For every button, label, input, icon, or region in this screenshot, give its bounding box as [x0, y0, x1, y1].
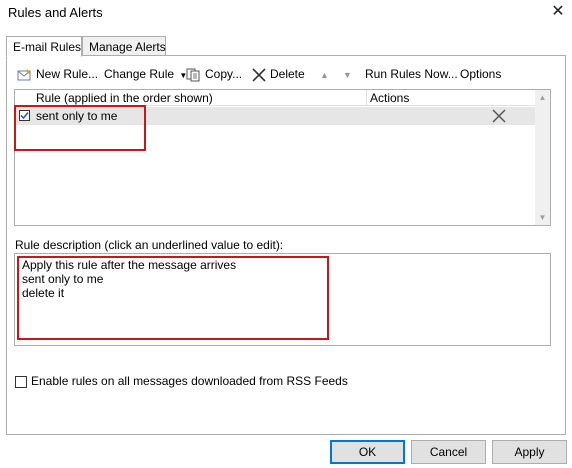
run-rules-now-label: Run Rules Now...	[365, 67, 458, 81]
rules-list-header: Rule (applied in the order shown) Action…	[15, 90, 535, 106]
column-divider	[366, 90, 367, 106]
options-label: Options	[460, 67, 502, 81]
rss-option-label: Enable rules on all messages downloaded …	[31, 374, 348, 388]
delete-label: Delete	[270, 67, 305, 81]
window-title: Rules and Alerts	[8, 5, 103, 20]
column-header-rule[interactable]: Rule (applied in the order shown)	[36, 91, 213, 105]
ok-button[interactable]: OK	[330, 440, 405, 464]
move-down-button[interactable]: ▼	[343, 66, 352, 82]
arrow-up-icon: ▲	[320, 70, 329, 80]
change-rule-button[interactable]: Change Rule ▼	[104, 66, 187, 82]
rules-list-scrollbar[interactable]: ▲ ▼	[535, 90, 550, 225]
change-rule-label: Change Rule	[104, 67, 175, 81]
cancel-button[interactable]: Cancel	[411, 440, 486, 464]
tab-manage-alerts[interactable]: Manage Alerts	[82, 36, 166, 56]
scroll-up-arrow-icon[interactable]: ▲	[538, 93, 547, 102]
close-icon[interactable]: ✕	[548, 2, 568, 22]
title-bar: Rules and Alerts ✕	[0, 0, 572, 26]
delete-rule-button[interactable]: Delete	[251, 66, 305, 82]
column-header-actions[interactable]: Actions	[370, 91, 409, 105]
options-button[interactable]: Options	[460, 66, 501, 82]
rss-option[interactable]: Enable rules on all messages downloaded …	[15, 374, 348, 388]
rule-description-label: Rule description (click an underlined va…	[15, 238, 284, 252]
move-up-button[interactable]: ▲	[320, 66, 329, 82]
highlight-box-description	[17, 256, 329, 340]
rules-and-alerts-dialog: Rules and Alerts ✕ E-mail Rules Manage A…	[0, 0, 572, 468]
delete-icon	[252, 68, 266, 82]
tab-email-rules[interactable]: E-mail Rules	[6, 36, 82, 57]
copy-icon	[186, 68, 200, 82]
apply-button[interactable]: Apply	[492, 440, 567, 464]
copy-rule-button[interactable]: Copy...	[186, 66, 242, 82]
highlight-box-rule	[14, 105, 146, 151]
delete-x-icon[interactable]	[492, 109, 506, 123]
arrow-down-icon: ▼	[343, 70, 352, 80]
scroll-down-arrow-icon[interactable]: ▼	[538, 213, 547, 222]
rss-checkbox[interactable]	[15, 375, 27, 388]
new-rule-button[interactable]: New Rule...	[17, 66, 98, 82]
new-rule-icon	[17, 68, 31, 81]
copy-label: Copy...	[205, 67, 243, 81]
run-rules-now-button[interactable]: Run Rules Now...	[365, 66, 458, 82]
new-rule-label: New Rule...	[36, 67, 99, 81]
